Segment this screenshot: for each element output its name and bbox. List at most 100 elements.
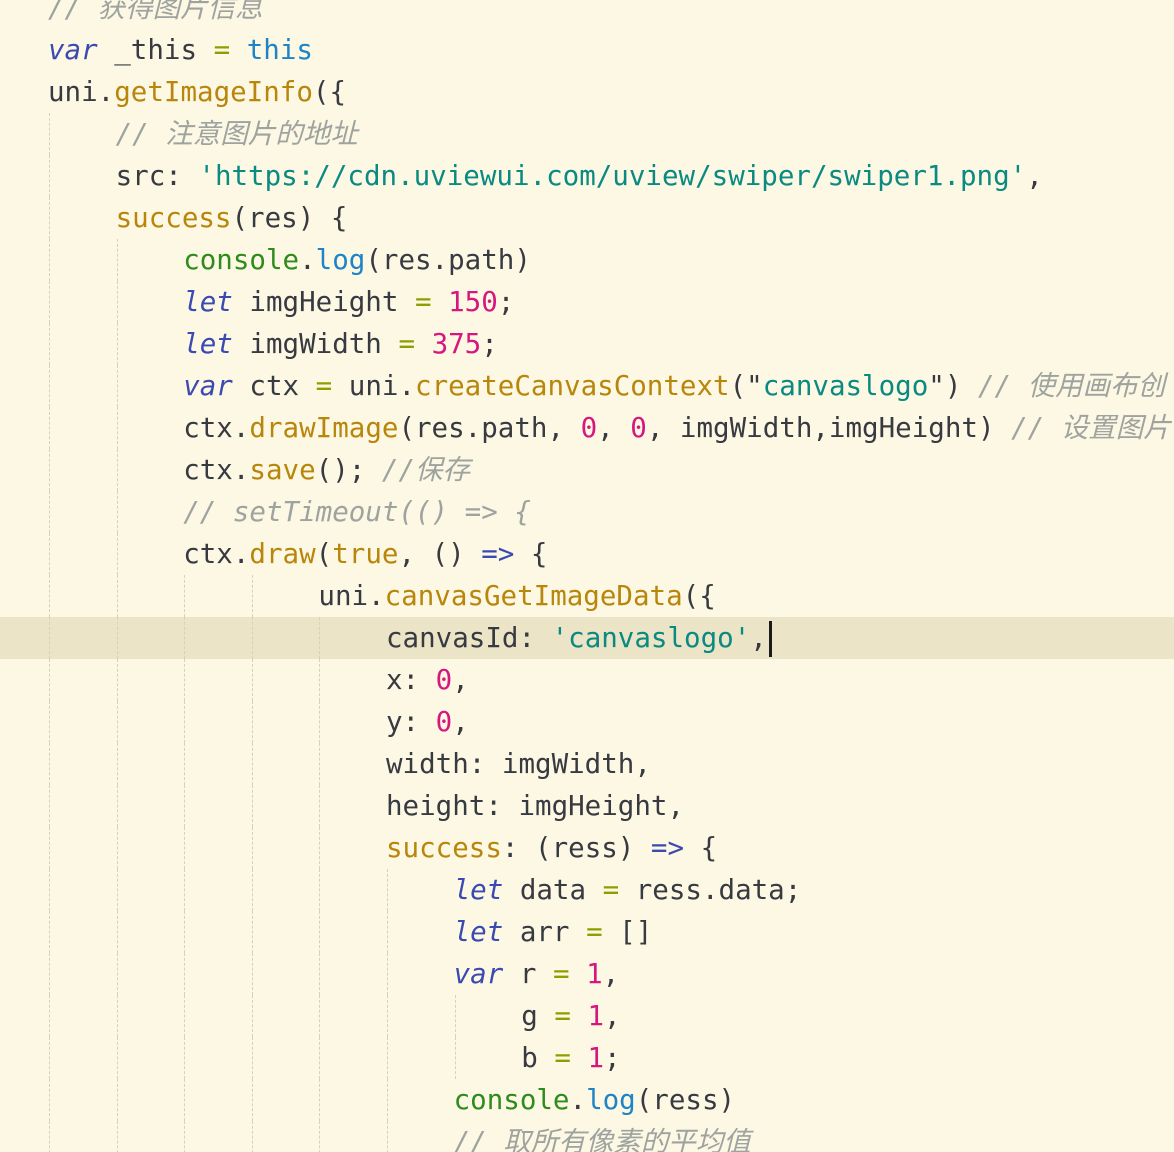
token-text: b	[521, 1042, 555, 1074]
token-func: success	[115, 202, 232, 234]
token-op: =	[315, 370, 333, 402]
indent-guide	[251, 575, 253, 617]
token-text: width: imgWidth,	[386, 748, 651, 780]
code-line[interactable]: // setTimeout(() => {	[0, 491, 1174, 533]
code-line[interactable]: console.log(ress)	[0, 1079, 1174, 1121]
token-comment: // 获得图片信息	[48, 0, 263, 24]
token-text: ctx.	[183, 454, 250, 486]
indent-guide	[49, 197, 50, 239]
indent-guide	[49, 701, 50, 743]
code-editor[interactable]: // 获得图片信息 var _this = this uni.getImageInf…	[0, 0, 1174, 1152]
indent-guide	[184, 659, 186, 701]
token-text: src:	[115, 160, 199, 192]
indent-guide	[49, 575, 50, 617]
indent-guide	[184, 995, 186, 1037]
code-line[interactable]: ctx.drawImage(res.path, 0, 0, imgWidth,i…	[0, 407, 1174, 449]
token-text: ({	[312, 76, 347, 108]
token-this: log	[315, 244, 366, 276]
code-line[interactable]: width: imgWidth,	[0, 743, 1174, 785]
token-keyword: let	[453, 874, 504, 906]
code-text: success(res) {	[116, 197, 348, 239]
token-text: : (ress)	[501, 832, 651, 864]
code-text: var r = 1,	[454, 953, 620, 995]
code-line[interactable]: // 获得图片信息	[0, 0, 1174, 29]
code-line[interactable]: let imgHeight = 150;	[0, 281, 1174, 323]
code-line[interactable]: // 取所有像素的平均值	[0, 1121, 1174, 1152]
token-text: r	[503, 958, 553, 990]
indent-guide	[251, 995, 253, 1037]
indent-guide	[454, 1037, 456, 1079]
code-line[interactable]: ctx.save(); //保存	[0, 449, 1174, 491]
indent-guide	[116, 617, 118, 659]
code-line[interactable]: y: 0,	[0, 701, 1174, 743]
indent-guide	[49, 239, 50, 281]
code-line[interactable]: var _this = this	[0, 29, 1174, 71]
token-text: imgHeight	[232, 286, 415, 318]
indent-guide	[387, 1121, 388, 1152]
token-number: 150	[448, 286, 498, 318]
indent-guide	[116, 575, 118, 617]
code-text: ctx.draw(true, () => {	[183, 533, 547, 575]
code-line[interactable]: height: imgHeight,	[0, 785, 1174, 827]
token-func: drawImage	[249, 412, 399, 444]
token-text: , ()	[398, 538, 482, 570]
current-code-line[interactable]: canvasId: 'canvaslogo',	[0, 617, 1174, 659]
code-line[interactable]: ctx.draw(true, () => {	[0, 533, 1174, 575]
code-line[interactable]: uni.getImageInfo({	[0, 71, 1174, 113]
code-text: var ctx = uni.createCanvasContext("canva…	[183, 365, 1165, 407]
token-arrow: =>	[481, 538, 515, 570]
code-line[interactable]: // 注意图片的地址	[0, 113, 1174, 155]
indent-guide	[49, 659, 50, 701]
indent-guide	[387, 1037, 388, 1079]
code-line[interactable]: var r = 1,	[0, 953, 1174, 995]
token-func: draw	[249, 538, 316, 570]
token-text: ctx.	[183, 538, 250, 570]
indent-guide	[251, 785, 253, 827]
indent-guide	[116, 1121, 118, 1152]
token-text: ;	[604, 1042, 621, 1074]
code-line[interactable]: let arr = []	[0, 911, 1174, 953]
indent-guide	[49, 1037, 50, 1079]
code-line[interactable]: success: (ress) => {	[0, 827, 1174, 869]
code-line[interactable]: success(res) {	[0, 197, 1174, 239]
code-line[interactable]: g = 1,	[0, 995, 1174, 1037]
code-line[interactable]: x: 0,	[0, 659, 1174, 701]
indent-guide	[49, 281, 50, 323]
indent-guide	[319, 785, 321, 827]
code-line[interactable]: var ctx = uni.createCanvasContext("canva…	[0, 365, 1174, 407]
token-arrow: =>	[650, 832, 685, 864]
code-line[interactable]: let data = ress.data;	[0, 869, 1174, 911]
token-text: ,	[604, 1000, 621, 1032]
token-text: []	[602, 916, 653, 948]
code-line[interactable]: src: 'https://cdn.uviewui.com/uview/swip…	[0, 155, 1174, 197]
token-func: getImageInfo	[114, 76, 313, 108]
indent-guide	[49, 953, 50, 995]
token-text: y:	[386, 706, 436, 738]
token-this: this	[246, 34, 313, 66]
indent-guide	[251, 701, 253, 743]
token-text: ,	[597, 412, 631, 444]
code-line[interactable]: console.log(res.path)	[0, 239, 1174, 281]
code-text: uni.canvasGetImageData({	[318, 575, 715, 617]
token-text: (ress)	[635, 1084, 736, 1116]
indent-guide	[319, 995, 321, 1037]
token-func: canvasGetImageData	[384, 580, 683, 612]
code-line[interactable]: uni.canvasGetImageData({	[0, 575, 1174, 617]
code-line[interactable]: let imgWidth = 375;	[0, 323, 1174, 365]
indent-guide	[116, 365, 118, 407]
code-text: let imgHeight = 150;	[183, 281, 514, 323]
token-op: =	[554, 1042, 571, 1074]
token-text: (res.path)	[365, 244, 531, 276]
code-text: success: (ress) => {	[386, 827, 717, 869]
token-text: ,	[1026, 160, 1043, 192]
indent-guide	[184, 1079, 186, 1121]
token-text: g	[521, 1000, 555, 1032]
indent-guide	[116, 491, 118, 533]
code-text: // 取所有像素的平均值	[454, 1121, 751, 1152]
code-line[interactable]: b = 1;	[0, 1037, 1174, 1079]
indent-guide	[319, 869, 321, 911]
indent-guide	[184, 1037, 186, 1079]
